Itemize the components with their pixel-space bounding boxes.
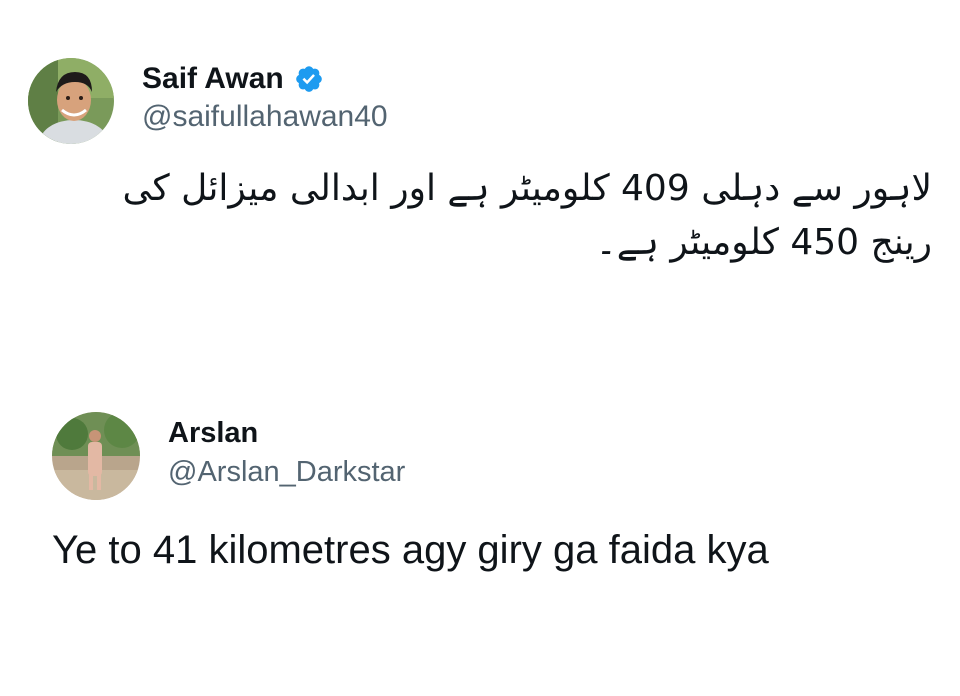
user-photo-icon: [52, 412, 140, 500]
avatar[interactable]: [28, 58, 114, 144]
user-photo-icon: [28, 58, 114, 144]
author-name-row: Arslan: [168, 414, 258, 452]
reply-text: Ye to 41 kilometres agy giry ga faida ky…: [52, 528, 769, 572]
user-handle[interactable]: @saifullahawan40: [142, 100, 388, 134]
display-name[interactable]: Saif Awan: [142, 62, 284, 96]
display-name[interactable]: Arslan: [168, 417, 258, 450]
avatar[interactable]: [52, 412, 140, 500]
tweet-text: لاہور سے دہلی 409 کلومیٹر ہے اور ابدالی …: [122, 168, 932, 263]
user-handle[interactable]: @Arslan_Darkstar: [168, 456, 405, 489]
verified-badge-icon: [295, 66, 322, 92]
author-name-row: Saif Awan: [142, 58, 324, 100]
